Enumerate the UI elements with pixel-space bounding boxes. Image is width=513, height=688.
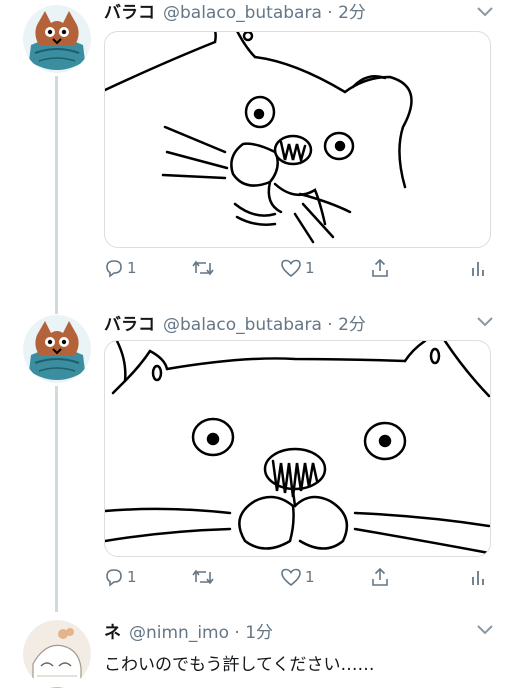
avatar[interactable] bbox=[23, 5, 91, 73]
like-icon bbox=[281, 259, 301, 278]
chevron-down-icon[interactable] bbox=[475, 314, 495, 330]
tweet-actions: 1 1 bbox=[104, 258, 488, 282]
share-icon bbox=[372, 258, 388, 277]
avatar[interactable] bbox=[23, 620, 91, 688]
like-icon bbox=[281, 568, 301, 587]
like-button[interactable]: 1 bbox=[280, 567, 315, 587]
display-name[interactable]: バラコ bbox=[104, 0, 155, 23]
display-name[interactable]: ネ bbox=[104, 618, 121, 643]
retweet-button[interactable] bbox=[191, 567, 218, 587]
handle-timestamp: @balaco_butabara · 2分 bbox=[163, 3, 366, 23]
chevron-down-icon[interactable] bbox=[475, 4, 495, 20]
analytics-button[interactable] bbox=[470, 258, 486, 278]
reply-count: 1 bbox=[127, 259, 137, 277]
reply-button[interactable]: 1 bbox=[104, 258, 137, 278]
display-name[interactable]: バラコ bbox=[104, 310, 155, 335]
tweet-image[interactable] bbox=[104, 31, 491, 248]
reply-count: 1 bbox=[127, 568, 137, 586]
analytics-icon bbox=[472, 571, 484, 585]
avatar-cat-image bbox=[23, 5, 91, 73]
drawing-cat-face-2 bbox=[105, 341, 490, 555]
reply-icon bbox=[106, 260, 122, 278]
handle-timestamp: @nimn_imo · 1分 bbox=[129, 623, 274, 643]
tweet-header: バラコ @balaco_butabara · 2分 bbox=[104, 0, 366, 23]
tweet[interactable]: バラコ @balaco_butabara · 2分 1 1 bbox=[0, 310, 513, 610]
chevron-down-icon[interactable] bbox=[475, 622, 495, 638]
avatar-illustration-image bbox=[23, 620, 91, 688]
like-count: 1 bbox=[305, 568, 315, 586]
tweet-text: こわいのでもう許してください…… bbox=[104, 655, 375, 675]
like-count: 1 bbox=[305, 259, 315, 277]
like-button[interactable]: 1 bbox=[280, 258, 315, 278]
tweet-header: バラコ @balaco_butabara · 2分 bbox=[104, 310, 366, 335]
share-button[interactable] bbox=[370, 258, 390, 278]
analytics-icon bbox=[472, 262, 484, 276]
reply-button[interactable]: 1 bbox=[104, 567, 137, 587]
reply-tweet[interactable]: ネ @nimn_imo · 1分 こわいのでもう許してください…… bbox=[0, 614, 513, 688]
avatar-cat-image bbox=[23, 315, 91, 383]
handle-timestamp: @balaco_butabara · 2分 bbox=[163, 315, 366, 335]
tweet-image[interactable] bbox=[104, 340, 491, 557]
avatar[interactable] bbox=[23, 315, 91, 383]
reply-icon bbox=[106, 569, 122, 587]
tweet[interactable]: バラコ @balaco_butabara · 2分 1 1 bbox=[0, 0, 513, 300]
drawing-cat-face-1 bbox=[105, 32, 413, 244]
tweet-actions: 1 1 bbox=[104, 567, 488, 591]
share-icon bbox=[372, 567, 388, 586]
analytics-button[interactable] bbox=[470, 567, 486, 587]
tweet-header: ネ @nimn_imo · 1分 bbox=[104, 618, 274, 643]
retweet-icon bbox=[192, 260, 214, 276]
retweet-icon bbox=[192, 569, 214, 585]
retweet-button[interactable] bbox=[191, 258, 218, 278]
share-button[interactable] bbox=[370, 567, 390, 587]
